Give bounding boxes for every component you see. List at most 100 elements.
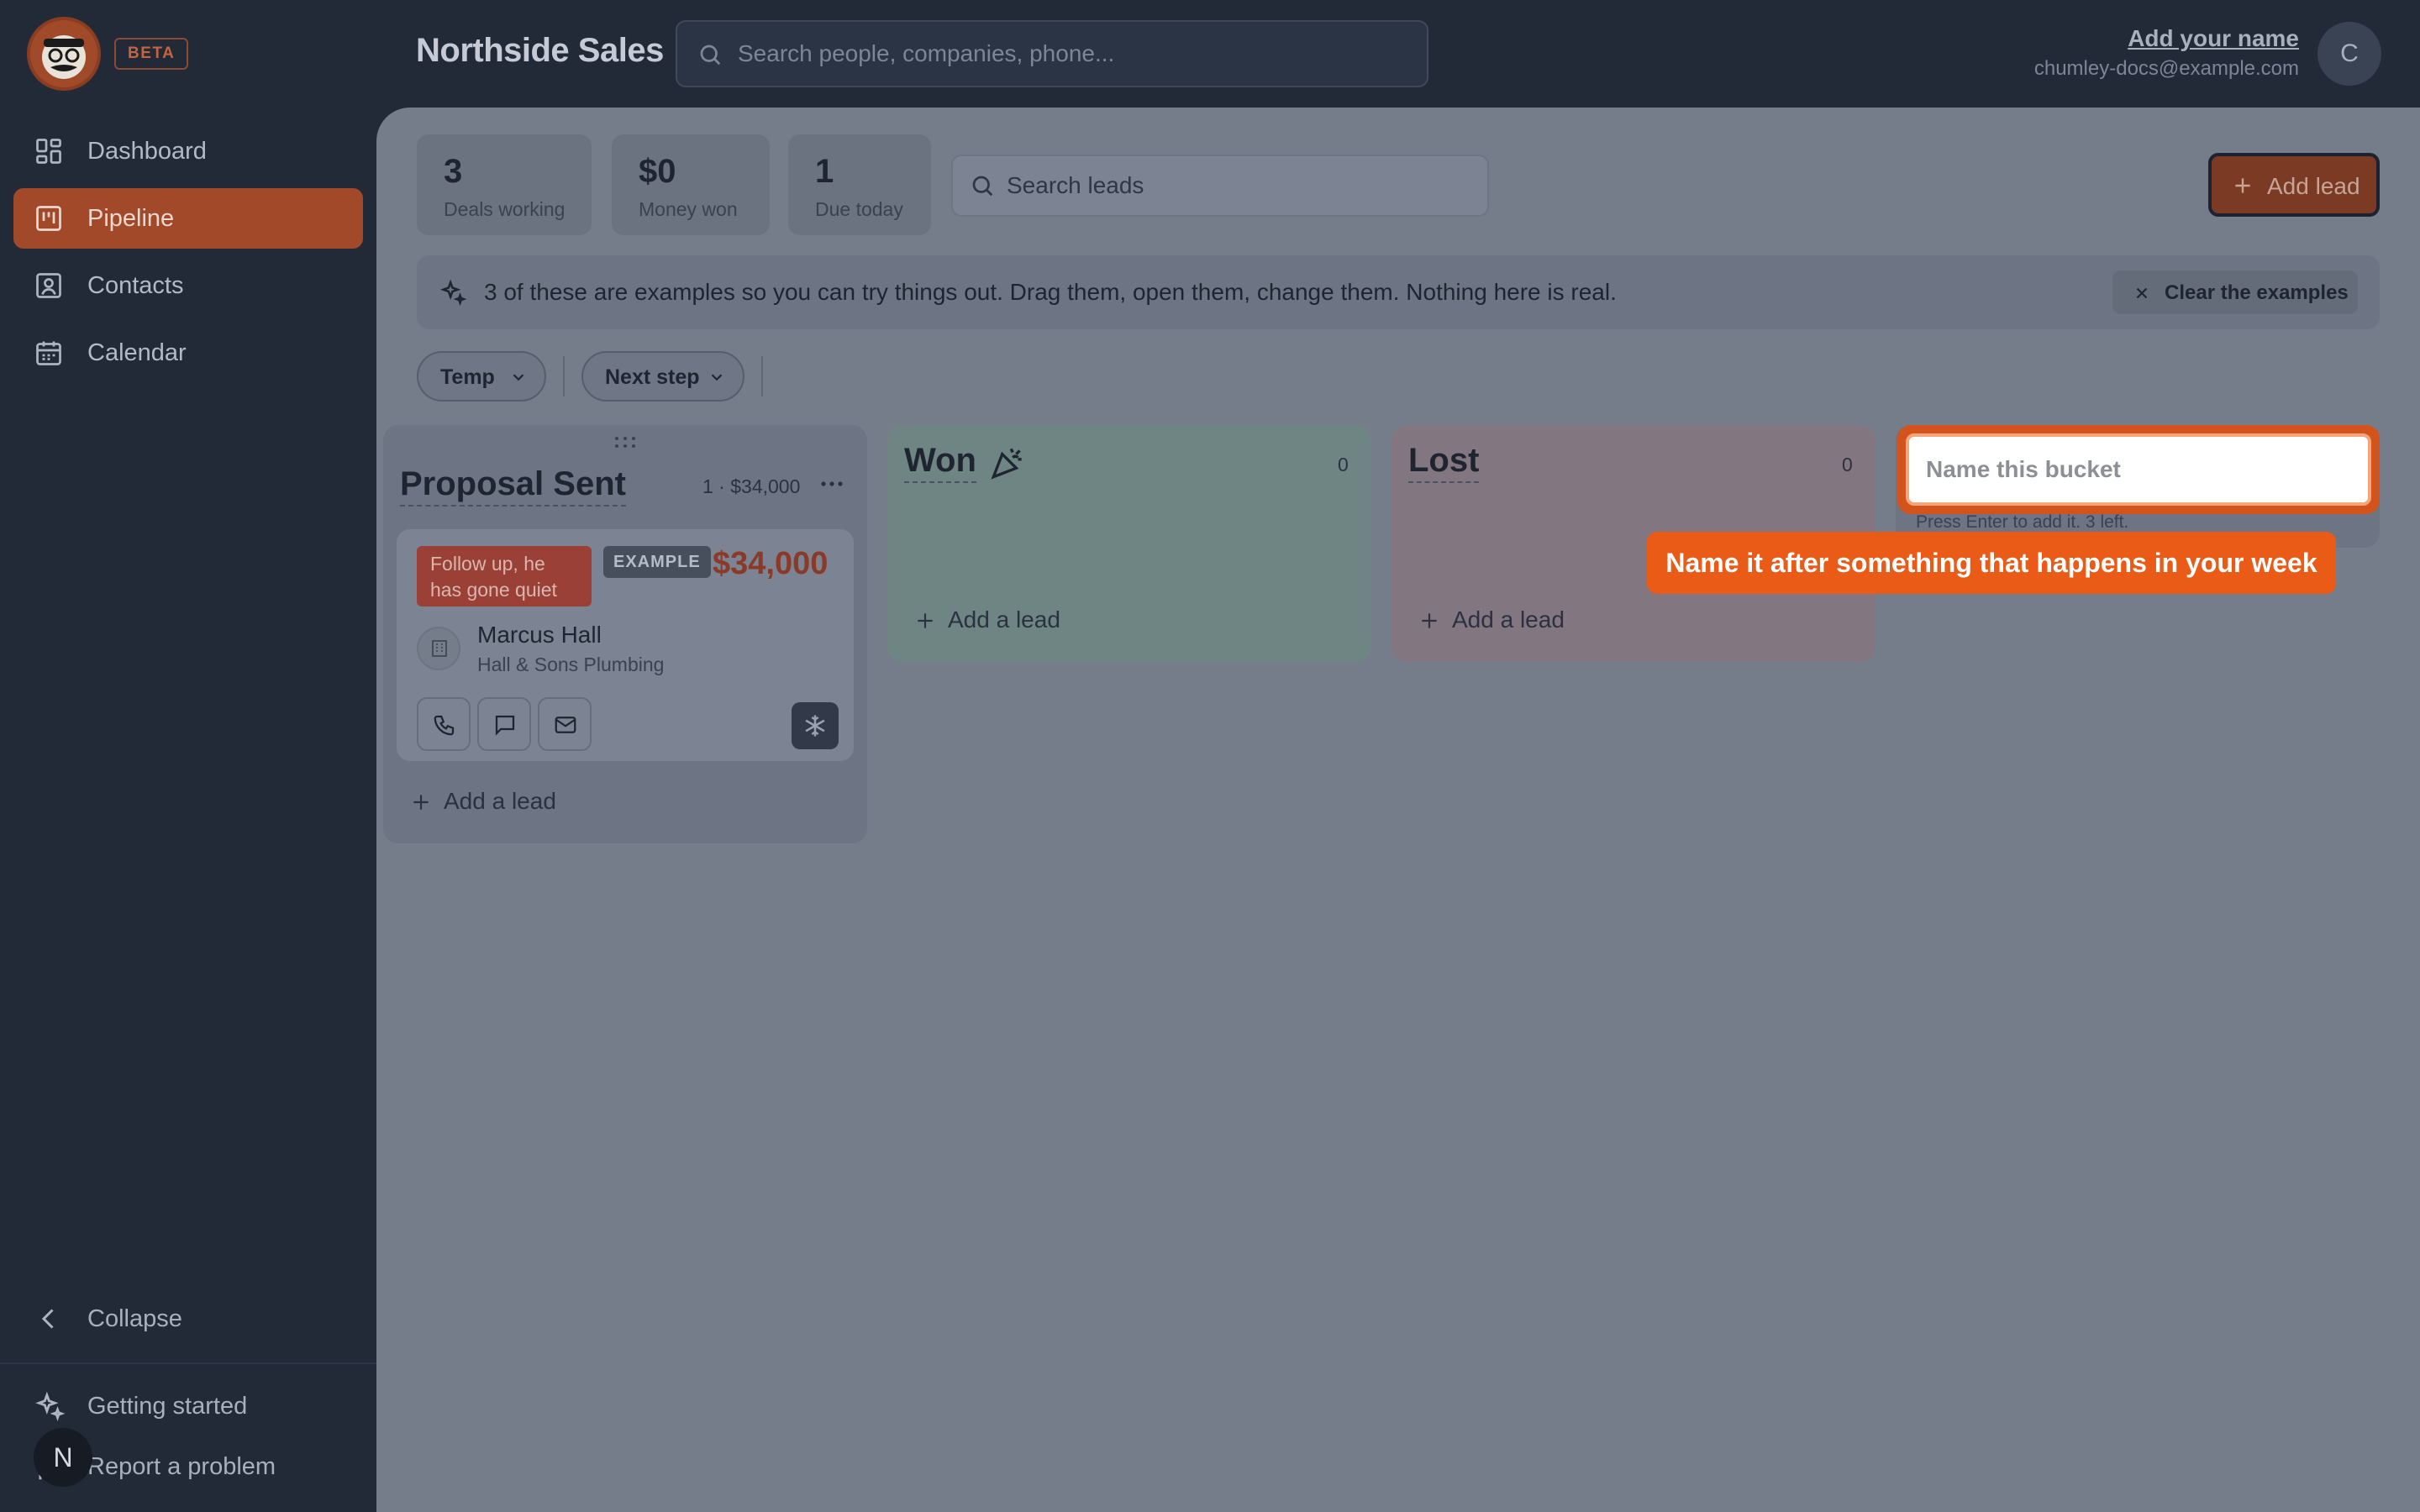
plus-icon [914,610,936,638]
chevron-left-icon [34,1304,64,1341]
sidebar: Dashboard Pipeline Contacts Calendar Col… [0,108,376,1512]
clear-examples-button[interactable]: Clear the examples [2112,270,2358,314]
sparkles-icon [439,279,467,312]
global-search-input[interactable] [738,22,1410,86]
user-email: chumley-docs@example.com [2033,57,2299,80]
stat-label: Deals working [444,198,566,220]
add-lead-in-column[interactable]: Add a lead [410,788,612,822]
sidebar-item-label: Dashboard [87,138,207,165]
column-title[interactable]: Won [904,442,976,483]
plus-icon [2232,175,2254,202]
column-proposal-sent: Proposal Sent 1 · $34,000 Follow up, he … [383,425,867,843]
call-button[interactable] [417,697,471,751]
add-lead-in-column[interactable]: Add a lead [914,606,1116,640]
email-button[interactable] [538,697,592,751]
new-bucket-hint: Press Enter to add it. 3 left. [1916,512,2129,532]
stat-value: 3 [444,153,463,190]
filter-divider [761,356,763,396]
examples-banner: 3 of these are examples so you can try t… [417,255,2380,329]
sidebar-item-contacts[interactable]: Contacts [13,255,363,316]
sidebar-item-label: Calendar [87,339,187,366]
stat-value: 1 [815,153,834,190]
pipeline-main: 3 Deals working $0 Money won 1 Due today… [376,108,2420,1512]
drag-handle-icon[interactable] [613,435,637,454]
lead-card[interactable]: Follow up, he has gone quiet EXAMPLE $34… [397,529,854,761]
party-popper-icon [986,442,1028,488]
stat-due-today: 1 Due today [788,134,931,235]
add-lead-in-column[interactable]: Add a lead [1418,606,1620,640]
clear-examples-label: Clear the examples [2165,281,2349,304]
add-lead-label: Add lead [2267,173,2360,199]
sidebar-divider [0,1362,376,1364]
stat-deals-working: 3 Deals working [417,134,592,235]
column-count: 0 [1842,454,1853,475]
sidebar-item-calendar[interactable]: Calendar [13,323,363,383]
sidebar-item-pipeline[interactable]: Pipeline [13,188,363,249]
contact-name: Marcus Hall [477,622,602,648]
search-icon [697,42,723,71]
lead-search-input[interactable] [1007,156,1477,215]
user-name-link[interactable]: Add your name [2128,25,2299,52]
stat-value: $0 [639,153,676,190]
chevron-down-icon [509,368,528,392]
calendar-icon [34,338,64,375]
plus-icon [1418,610,1440,638]
filter-temp[interactable]: Temp [417,351,546,402]
column-count: 0 [1338,454,1349,475]
pipeline-icon [34,203,64,240]
phone-icon [432,712,457,742]
filter-temp-label: Temp [440,365,495,389]
global-search[interactable] [676,20,1428,87]
n-launcher-badge[interactable]: N [34,1428,92,1487]
lead-search[interactable] [951,155,1489,217]
beta-badge: BETA [114,38,189,70]
avatar[interactable]: C [2317,22,2381,86]
stat-label: Money won [639,198,738,220]
top-bar: BETA Northside Sales Add your name chuml… [0,0,2420,108]
deal-amount: $34,000 [713,546,829,581]
sparkles-icon [34,1391,66,1430]
temperature-button[interactable] [792,702,839,749]
collapse-label: Collapse [87,1305,182,1332]
more-options-icon[interactable] [820,477,844,492]
sidebar-item-label: Pipeline [87,205,175,232]
message-button[interactable] [477,697,531,751]
sidebar-item-dashboard[interactable]: Dashboard [13,121,363,181]
banner-text: 3 of these are examples so you can try t… [484,279,1617,305]
filter-divider [563,356,565,396]
chevron-down-icon [708,368,726,392]
sidebar-item-label: Contacts [87,272,184,299]
getting-started-label: Getting started [87,1393,248,1420]
filter-next-step-label: Next step [605,365,700,389]
company-avatar [417,627,460,670]
add-lead-label: Add a lead [444,788,556,814]
column-title[interactable]: Proposal Sent [400,465,626,507]
column-meta: 1 · $34,000 [702,475,801,497]
example-badge: EXAMPLE [603,546,711,578]
snowflake-icon [802,713,828,743]
report-problem-label: Report a problem [87,1453,276,1480]
stat-label: Due today [815,198,903,220]
column-won: Won 0 Add a lead [887,425,1371,662]
contacts-icon [34,270,64,307]
plus-icon [410,791,432,819]
message-icon [492,712,518,742]
dashboard-icon [34,136,64,173]
close-icon [2133,284,2151,308]
add-lead-label: Add a lead [1452,606,1565,633]
column-title[interactable]: Lost [1408,442,1480,483]
new-bucket-input-wrapper [1897,425,2380,514]
org-title: Northside Sales [416,32,664,69]
add-lead-button[interactable]: Add lead [2208,153,2380,217]
next-step-tag: Follow up, he has gone quiet [417,546,592,606]
stat-money-won: $0 Money won [612,134,770,235]
filter-next-step[interactable]: Next step [581,351,744,402]
new-bucket-name-input[interactable] [1906,433,2371,506]
app-logo[interactable] [27,17,101,91]
onboarding-tooltip: Name it after something that happens in … [1647,532,2336,594]
add-lead-label: Add a lead [948,606,1060,633]
mail-icon [553,712,578,742]
company-name: Hall & Sons Plumbing [477,654,665,675]
search-icon [970,173,995,202]
building-icon [429,638,450,663]
